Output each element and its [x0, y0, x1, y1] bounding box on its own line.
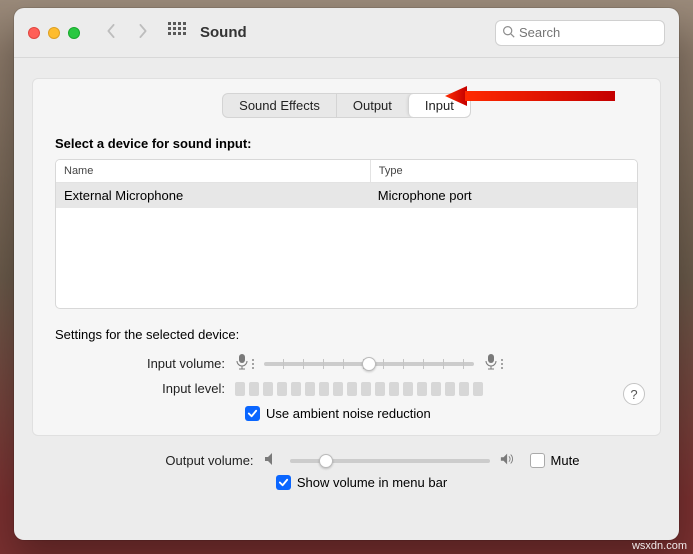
mic-high-dots: [501, 359, 503, 369]
input-device-heading: Select a device for sound input:: [55, 136, 638, 151]
show-menubar-checkbox[interactable]: [276, 475, 291, 490]
window-title: Sound: [200, 24, 247, 41]
forward-button[interactable]: [136, 24, 150, 41]
ambient-noise-label: Use ambient noise reduction: [266, 406, 431, 421]
device-settings-heading: Settings for the selected device:: [55, 327, 638, 342]
speaker-high-icon: [500, 452, 516, 469]
titlebar: Sound: [14, 8, 679, 58]
search-field[interactable]: [495, 20, 665, 46]
col-header-name[interactable]: Name: [56, 160, 370, 182]
table-header: Name Type: [56, 160, 637, 183]
close-button[interactable]: [28, 27, 40, 39]
tab-output[interactable]: Output: [336, 94, 408, 117]
table-row[interactable]: External Microphone Microphone port: [56, 183, 637, 208]
table-empty-area: [56, 208, 637, 308]
output-volume-section: Output volume: Mute: [32, 436, 661, 510]
input-level-row: Input level:: [55, 381, 638, 396]
mute-control: Mute: [530, 453, 580, 468]
speaker-low-icon: [264, 452, 280, 469]
tab-bar: Sound Effects Output Input: [222, 93, 471, 118]
mute-checkbox[interactable]: [530, 453, 545, 468]
nav-buttons: [104, 24, 150, 41]
search-input[interactable]: [519, 25, 658, 40]
mute-label: Mute: [551, 453, 580, 468]
input-device-table: Name Type External Microphone Microphone…: [55, 159, 638, 309]
minimize-button[interactable]: [48, 27, 60, 39]
device-type-cell: Microphone port: [370, 183, 637, 208]
input-level-meter: [235, 382, 483, 396]
sound-panel: Sound Effects Output Input Select a devi…: [32, 78, 661, 436]
col-header-type[interactable]: Type: [370, 160, 637, 182]
input-level-label: Input level:: [55, 381, 235, 396]
show-all-button[interactable]: [168, 22, 186, 43]
mic-high-icon: [484, 354, 498, 373]
menubar-volume-row: Show volume in menu bar: [52, 475, 641, 490]
ambient-noise-row: Use ambient noise reduction: [55, 406, 638, 421]
tab-input[interactable]: Input: [408, 94, 470, 117]
window-controls: [28, 27, 80, 39]
search-icon: [502, 25, 519, 41]
content-area: Sound Effects Output Input Select a devi…: [14, 58, 679, 540]
ambient-noise-checkbox[interactable]: [245, 406, 260, 421]
device-name-cell: External Microphone: [56, 183, 370, 208]
show-menubar-label: Show volume in menu bar: [297, 475, 447, 490]
sound-preferences-window: Sound Sound Effects Output Input Select …: [14, 8, 679, 540]
output-volume-row: Output volume: Mute: [52, 452, 641, 469]
watermark: wsxdn.com: [632, 540, 687, 552]
back-button[interactable]: [104, 24, 118, 41]
input-volume-row: Input volume:: [55, 354, 638, 373]
zoom-button[interactable]: [68, 27, 80, 39]
output-volume-knob[interactable]: [319, 454, 333, 468]
mic-low-icon: [235, 354, 249, 373]
input-volume-knob[interactable]: [362, 357, 376, 371]
mic-low-dots: [252, 359, 254, 369]
input-volume-slider[interactable]: [264, 362, 474, 366]
tab-sound-effects[interactable]: Sound Effects: [223, 94, 336, 117]
help-button[interactable]: ?: [623, 383, 645, 405]
output-volume-slider[interactable]: [290, 459, 490, 463]
output-volume-label: Output volume:: [114, 453, 264, 468]
input-volume-label: Input volume:: [55, 356, 235, 371]
